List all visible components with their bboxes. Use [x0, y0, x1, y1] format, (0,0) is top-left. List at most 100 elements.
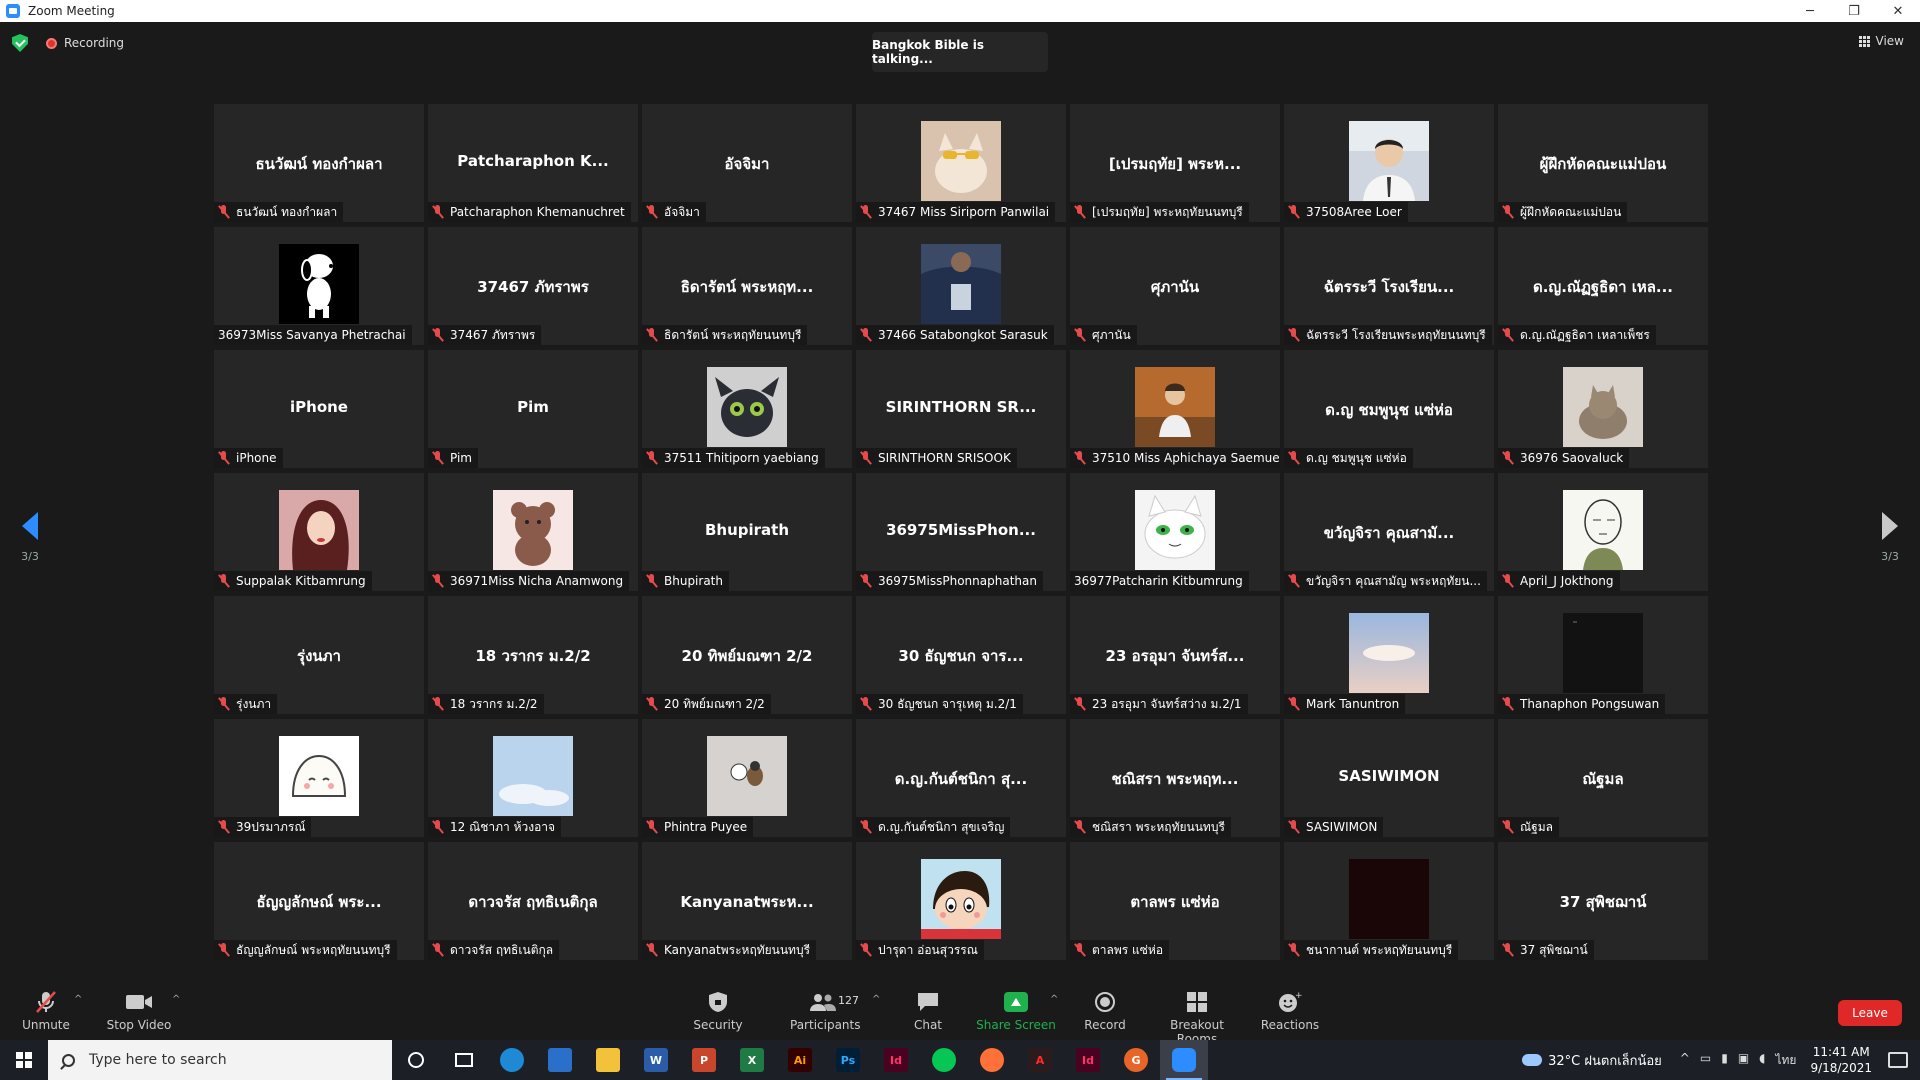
record-button[interactable]: Record: [1080, 990, 1130, 1032]
taskbar-indesign-2[interactable]: Id: [1064, 1040, 1112, 1080]
notification-center-icon[interactable]: [1888, 1052, 1908, 1068]
participant-tile[interactable]: Thanaphon Pongsuwan: [1498, 596, 1708, 714]
taskbar-indesign[interactable]: Id: [872, 1040, 920, 1080]
participant-tile[interactable]: Phintra Puyee: [642, 719, 852, 837]
participant-tile[interactable]: 12 ณิชาภา ห้วงอาจ: [428, 719, 638, 837]
participant-tile[interactable]: ธนวัฒน์ ทองกำผลา ธนวัฒน์ ทองกำผลา: [214, 104, 424, 222]
taskbar-search[interactable]: Type here to search: [48, 1040, 392, 1080]
taskbar-clock[interactable]: 11:41 AM 9/18/2021: [1810, 1044, 1872, 1076]
participant-tile[interactable]: 36973Miss Savanya Phetrachai: [214, 227, 424, 345]
chat-button[interactable]: Chat: [904, 990, 952, 1032]
participant-tile[interactable]: ขวัญจิรา คุณสามั... ขวัญจิรา คุณสามัญ พระ…: [1284, 473, 1494, 591]
participant-tile[interactable]: 37467 Miss Siriporn Panwilai: [856, 104, 1066, 222]
participant-tile[interactable]: SIRINTHORN SR... SIRINTHORN SRISOOK: [856, 350, 1066, 468]
input-language[interactable]: ไทย: [1775, 1051, 1796, 1070]
participant-tile[interactable]: Bhupirath Bhupirath: [642, 473, 852, 591]
participant-tile[interactable]: ธิดารัตน์ พระหฤท... ธิดารัตน์ พระหฤทัยนนท…: [642, 227, 852, 345]
participant-tile[interactable]: 18 วรากร ม.2/2 18 วรากร ม.2/2: [428, 596, 638, 714]
taskbar-calculator[interactable]: [536, 1040, 584, 1080]
recording-label[interactable]: Recording: [64, 36, 124, 50]
participant-tile[interactable]: ตาลพร แซ่ห่อ ตาลพร แซ่ห่อ: [1070, 842, 1280, 960]
taskbar-file-explorer[interactable]: [584, 1040, 632, 1080]
audio-options-caret-icon[interactable]: ^: [74, 994, 82, 1005]
taskbar-edge[interactable]: [488, 1040, 536, 1080]
participant-tile[interactable]: iPhone iPhone: [214, 350, 424, 468]
participant-tile[interactable]: 20 ทิพย์มณฑา 2/2 20 ทิพย์มณฑา 2/2: [642, 596, 852, 714]
participant-tile[interactable]: 37 สุพิชฌาน์ 37 สุพิชฌาน์: [1498, 842, 1708, 960]
unmute-button[interactable]: Unmute: [20, 990, 72, 1032]
taskbar-photoshop[interactable]: Ps: [824, 1040, 872, 1080]
taskbar-excel[interactable]: X: [728, 1040, 776, 1080]
participant-tile[interactable]: 23 อรอุมา จันทร์ส... 23 อรอุมา จันทร์สว่า…: [1070, 596, 1280, 714]
stop-video-button[interactable]: Stop Video: [106, 990, 172, 1032]
cortana-button[interactable]: [392, 1040, 440, 1080]
participant-tile[interactable]: 37467 ภัทราพร 37467 ภัทราพร: [428, 227, 638, 345]
participant-tile[interactable]: 36971Miss Nicha Anamwong: [428, 473, 638, 591]
network-icon[interactable]: ▣: [1738, 1051, 1749, 1070]
participant-tile[interactable]: 37511 Thitiporn yaebiang: [642, 350, 852, 468]
taskbar-zoom[interactable]: [1160, 1040, 1208, 1080]
security-button[interactable]: Security: [692, 990, 744, 1032]
mic-muted-icon: [432, 451, 444, 465]
participant-tile[interactable]: Pim Pim: [428, 350, 638, 468]
task-view-button[interactable]: [440, 1040, 488, 1080]
start-button[interactable]: [0, 1040, 48, 1080]
participant-tile[interactable]: ด.ญ.ณัฏฐธิดา เหล... ด.ญ.ณัฏฐธิดา เหลาเพ็ช…: [1498, 227, 1708, 345]
participant-tile[interactable]: 30 ธัญชนก จาร... 30 ธัญชนก จารุเหตุ ม.2/1: [856, 596, 1066, 714]
video-options-caret-icon[interactable]: ^: [172, 994, 180, 1005]
share-screen-button[interactable]: Share Screen: [976, 990, 1056, 1032]
participant-tile[interactable]: 36977Patcharin Kitbumrung: [1070, 473, 1280, 591]
participant-tile[interactable]: Kanyanatพระห... Kanyanatพระหฤทัยนนทบุรี: [642, 842, 852, 960]
participant-tile[interactable]: 39ปรมาภรณ์: [214, 719, 424, 837]
participant-tile[interactable]: ด.ญ.กันต์ชนิกา สุ... ด.ญ.กันต์ชนิกา สุขเจ…: [856, 719, 1066, 837]
participant-tile[interactable]: 37508Aree Loer: [1284, 104, 1494, 222]
show-hidden-icons-chevron-icon[interactable]: ^: [1680, 1051, 1690, 1070]
view-button[interactable]: View: [1858, 34, 1904, 48]
taskbar-firefox[interactable]: [968, 1040, 1016, 1080]
participant-tile[interactable]: 37510 Miss Aphichaya Saemue: [1070, 350, 1280, 468]
participant-tile[interactable]: 36975MissPhon... 36975MissPhonnaphathan: [856, 473, 1066, 591]
participant-tile[interactable]: ธัญญลักษณ์ พระ... ธัญญลักษณ์ พระหฤทัยนนทบ…: [214, 842, 424, 960]
taskbar-powerpoint[interactable]: P: [680, 1040, 728, 1080]
maximize-button[interactable]: ❐: [1832, 0, 1876, 22]
taskbar-grammarly[interactable]: G: [1112, 1040, 1160, 1080]
next-page-button[interactable]: 3/3: [1860, 512, 1920, 563]
participants-caret-icon[interactable]: ^: [872, 994, 880, 1005]
participant-tile[interactable]: ดาวจรัส ฤทธิเนติกุล ดาวจรัส ฤทธิเนติกุล: [428, 842, 638, 960]
participant-tile[interactable]: [เปรมฤทัย] พระห... [เปรมฤทัย] พระหฤทัยนนท…: [1070, 104, 1280, 222]
participant-tile[interactable]: ชณิสรา พระหฤท... ชณิสรา พระหฤทัยนนทบุรี: [1070, 719, 1280, 837]
meet-now-icon[interactable]: ▭: [1700, 1051, 1711, 1070]
taskbar-word[interactable]: W: [632, 1040, 680, 1080]
breakout-rooms-button[interactable]: Breakout Rooms: [1152, 990, 1242, 1046]
close-button[interactable]: ✕: [1876, 0, 1920, 22]
participant-tile[interactable]: ชนากานต์ พระหฤทัยนนทบุรี: [1284, 842, 1494, 960]
taskbar-line[interactable]: [920, 1040, 968, 1080]
leave-button[interactable]: Leave: [1838, 1000, 1902, 1026]
participant-tile[interactable]: Mark Tanuntron: [1284, 596, 1494, 714]
participant-tile[interactable]: ฉัตรระวี โรงเรียน... ฉัตรระวี โรงเรียนพระ…: [1284, 227, 1494, 345]
volume-icon[interactable]: ◖: [1759, 1051, 1765, 1070]
participant-tile[interactable]: ปารุดา อ่อนสุวรรณ: [856, 842, 1066, 960]
active-speaker-banner: Bangkok Bible is talking...: [872, 32, 1048, 72]
taskbar-acrobat[interactable]: A: [1016, 1040, 1064, 1080]
reactions-button[interactable]: + Reactions: [1260, 990, 1320, 1032]
previous-page-button[interactable]: 3/3: [0, 512, 60, 563]
participant-tile[interactable]: ผู้ฝึกหัดคณะแม่ปอน ผู้ฝึกหัดคณะแม่ปอน: [1498, 104, 1708, 222]
participant-tile[interactable]: ณัฐมล ณัฐมล: [1498, 719, 1708, 837]
participant-tile[interactable]: SASIWIMON SASIWIMON: [1284, 719, 1494, 837]
encryption-shield-icon[interactable]: [12, 34, 28, 52]
participant-tile[interactable]: ด.ญ ชมพูนุช แซ่ห่อ ด.ญ ชมพูนุช แซ่ห่อ: [1284, 350, 1494, 468]
participant-tile[interactable]: ศุภานัน ศุภานัน: [1070, 227, 1280, 345]
participant-tile[interactable]: Suppalak Kitbamrung: [214, 473, 424, 591]
taskbar-illustrator[interactable]: Ai: [776, 1040, 824, 1080]
participant-tile[interactable]: 36976 Saovaluck: [1498, 350, 1708, 468]
participant-tile[interactable]: 37466 Satabongkot Sarasuk: [856, 227, 1066, 345]
participant-tile[interactable]: รุ่งนภา รุ่งนภา: [214, 596, 424, 714]
share-options-caret-icon[interactable]: ^: [1050, 994, 1058, 1005]
participant-tile[interactable]: อัจจิมา อัจจิมา: [642, 104, 852, 222]
participant-tile[interactable]: April_J Jokthong: [1498, 473, 1708, 591]
weather-widget[interactable]: 32°C ฝนตกเล็กน้อย: [1522, 1050, 1662, 1071]
microphone-icon[interactable]: ▮: [1721, 1051, 1728, 1070]
participant-tile[interactable]: Patcharaphon K... Patcharaphon Khemanuchr…: [428, 104, 638, 222]
minimize-button[interactable]: ─: [1788, 0, 1832, 22]
